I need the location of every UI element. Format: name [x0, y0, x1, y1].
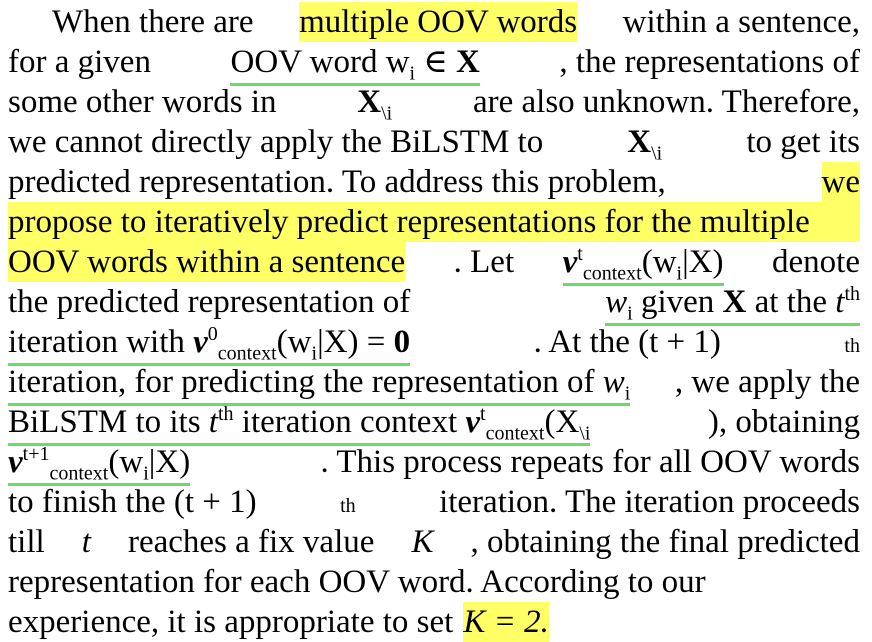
superscript: th [217, 403, 234, 425]
text: (w [108, 444, 144, 480]
text: iteration. The iteration proceeds [439, 484, 860, 520]
text: = [358, 324, 394, 360]
text-line-1: When there are multiple OOV words within… [8, 2, 860, 42]
highlight: K = 2. [463, 602, 549, 642]
superscript: t+1 [22, 443, 50, 465]
underline-span: iteration with v0context(wi|X) = 0 [8, 322, 411, 366]
text: |X) [148, 444, 191, 480]
math-symbol: K [411, 524, 434, 560]
text-line-9: iteration with v0context(wi|X) = 0 . At … [8, 323, 860, 366]
text: OOV word w [230, 44, 410, 80]
text: iteration context [233, 404, 466, 440]
text: we cannot directly apply the BiLSTM to [8, 124, 544, 160]
text: given [632, 284, 723, 320]
highlight: multiple OOV words [299, 2, 578, 42]
text: some other words in [8, 84, 277, 120]
underline-span: vt+1context(wi|X) [8, 442, 191, 486]
math-symbol: w [602, 364, 625, 400]
text-line-11: BiLSTM to its tth iteration context vtco… [8, 402, 860, 446]
text-line-12: vt+1context(wi|X) . This process repeats… [8, 442, 860, 486]
underline-span: iteration, for predicting the representa… [8, 362, 631, 406]
highlight: OOV words within a sentence [8, 242, 406, 282]
math-symbol: ∈ [415, 44, 457, 80]
math-symbol: v [465, 404, 481, 440]
underline-span: vtcontext(wi|X) [562, 242, 724, 286]
text: (w [641, 244, 677, 280]
text: When there are [52, 4, 254, 40]
math-symbol: t [81, 524, 91, 560]
text: to finish the (t + 1) [8, 484, 257, 520]
text: iteration with [8, 324, 194, 360]
text: (w [276, 324, 312, 360]
text: (X [544, 404, 580, 440]
text: predicted representation. To address thi… [8, 164, 666, 200]
highlight: we [821, 162, 860, 202]
text: within a sentence, [622, 4, 860, 40]
text: experience, it is appropriate to set [8, 604, 454, 640]
text: . At the (t + 1) [533, 324, 721, 360]
math-symbol: v [193, 324, 208, 360]
text: reaches a fix value [127, 524, 375, 560]
text-line-4: we cannot directly apply the BiLSTM to X… [8, 122, 860, 164]
text: , obtaining the final predicted [470, 524, 860, 560]
underline-span: wi given X at the tth [605, 282, 860, 326]
text: at the [746, 284, 836, 320]
math-symbol: X [357, 84, 382, 120]
highlight: propose to iteratively predict represent… [8, 202, 860, 242]
text-line-3: some other words in X\i are also unknown… [8, 82, 860, 124]
text: till [8, 524, 45, 560]
text: |X) [317, 324, 359, 360]
text: the predicted representation of [8, 284, 411, 320]
text: representation for each OOV word. Accord… [8, 564, 706, 600]
subscript: i [624, 382, 631, 405]
superscript: 0 [207, 323, 218, 345]
math-symbol: t [208, 404, 218, 440]
text-line-15: representation for each OOV word. Accord… [8, 562, 860, 602]
underline-span: BiLSTM to its tth iteration context vtco… [8, 402, 591, 446]
superscript: th [844, 283, 860, 305]
math-symbol: X [456, 44, 480, 80]
math-symbol: 0 [393, 324, 411, 360]
text-line-16: experience, it is appropriate to set K =… [8, 602, 860, 642]
math-symbol: v [8, 444, 23, 480]
text: denote [772, 244, 860, 280]
text: for a given [8, 44, 151, 80]
text-line-5: predicted representation. To address thi… [8, 162, 860, 202]
math-symbol: X [627, 124, 652, 160]
text-line-8: the predicted representation of wi given… [8, 282, 860, 326]
math-symbol: X [722, 284, 747, 320]
text: iteration, for predicting the representa… [8, 364, 603, 400]
math-symbol: w [605, 284, 628, 320]
text-line-14: till t reaches a fix value K , obtaining… [8, 522, 860, 562]
text: . This process repeats for all OOV words [320, 444, 860, 480]
paragraph: When there are multiple OOV words within… [8, 2, 860, 642]
underline-span: OOV word wi ∈ X [230, 42, 480, 86]
text-line-6: propose to iteratively predict represent… [8, 202, 860, 242]
text: . Let [453, 244, 515, 280]
text-line-7: OOV words within a sentence . Let vtcont… [8, 242, 860, 286]
math-symbol: v [562, 244, 578, 280]
paper-page: When there are multiple OOV words within… [0, 0, 872, 642]
text-line-10: iteration, for predicting the representa… [8, 362, 860, 406]
text: BiLSTM to its [8, 404, 209, 440]
text-line-13: to finish the (t + 1) th iteration. The … [8, 484, 860, 520]
text: |X) [682, 244, 724, 280]
text: are also unknown. Therefore, [472, 84, 860, 120]
text: , the representations of [559, 44, 860, 80]
text-line-2: for a given OOV word wi ∈ X , the repres… [8, 42, 860, 86]
text: to get its [746, 124, 860, 160]
text: , we apply the [674, 364, 860, 400]
text: ), obtaining [707, 404, 860, 440]
